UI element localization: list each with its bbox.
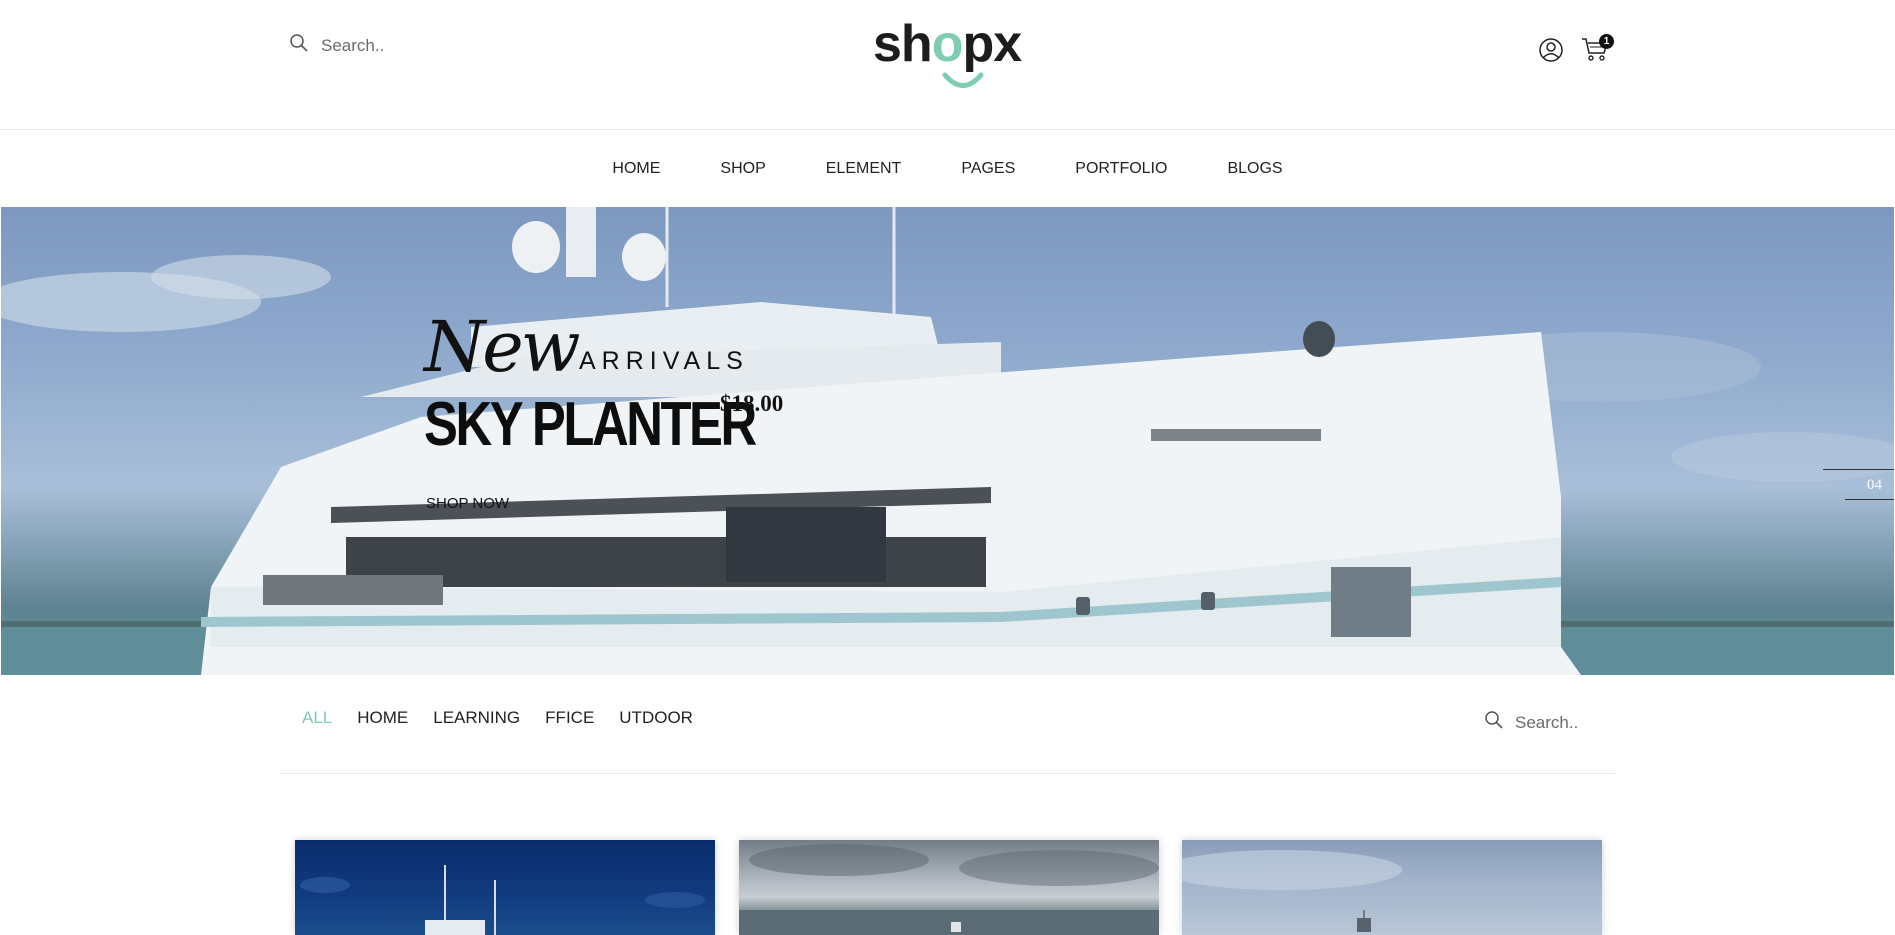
nav-item-portfolio[interactable]: PORTFOLIO	[1075, 160, 1167, 178]
nav-item-blogs[interactable]: BLOGS	[1227, 160, 1282, 178]
slide-indicator[interactable]: 04	[1823, 469, 1894, 509]
slide-indicator-line	[1823, 469, 1894, 470]
product-card[interactable]	[739, 840, 1159, 935]
main-nav: HOME SHOP ELEMENT PAGES PORTFOLIO BLOGS	[0, 131, 1895, 207]
search-icon[interactable]	[1484, 710, 1504, 735]
search-icon[interactable]	[289, 33, 309, 58]
product-image	[739, 844, 1159, 935]
nav-item-element[interactable]: ELEMENT	[826, 160, 902, 178]
cart-count-badge: 1	[1599, 34, 1614, 49]
filter-outdoor[interactable]: UTDOOR	[619, 708, 693, 728]
site-header: shopx 1	[0, 0, 1895, 130]
nav-item-shop[interactable]: SHOP	[720, 160, 765, 178]
category-filters: ALL HOME LEARNING FFICE UTDOOR	[302, 708, 693, 728]
logo-text: sh o px	[873, 15, 1022, 73]
product-card[interactable]	[1182, 840, 1602, 935]
hero-script-text: New	[424, 306, 581, 388]
page: shopx 1 HOME SHOP ELEMENT PAGES PORTFOLI…	[0, 0, 1895, 935]
slide-number: 04	[1867, 477, 1882, 493]
filter-divider	[280, 773, 1615, 774]
filter-office[interactable]: FFICE	[545, 708, 594, 728]
header-search-input[interactable]	[321, 35, 521, 56]
hero-slider: New ARRIVALS SKY PLANTER $18.00 SHOP NOW…	[1, 207, 1894, 675]
nav-item-home[interactable]: HOME	[612, 160, 660, 178]
filter-learning[interactable]: LEARNING	[433, 708, 520, 728]
hero-content: New ARRIVALS SKY PLANTER $18.00 SHOP NOW	[424, 306, 783, 512]
product-image	[300, 865, 705, 935]
filter-search[interactable]	[1484, 710, 1625, 735]
hero-yacht-image	[1, 207, 1894, 675]
filter-search-input[interactable]	[1515, 712, 1625, 733]
product-card[interactable]	[295, 840, 715, 935]
filter-home[interactable]: HOME	[357, 708, 408, 728]
logo[interactable]: sh o px	[873, 14, 1033, 90]
slide-indicator-underline	[1845, 499, 1894, 500]
hero-price: $18.00	[720, 391, 784, 416]
logo-smile-icon	[942, 72, 984, 88]
product-image	[1182, 850, 1402, 932]
user-circle-icon[interactable]	[1538, 37, 1564, 63]
header-search[interactable]	[289, 33, 521, 58]
hero-subtitle: ARRIVALS	[579, 347, 749, 375]
shop-now-button[interactable]: SHOP NOW	[426, 495, 509, 512]
nav-item-pages[interactable]: PAGES	[961, 160, 1015, 178]
hero-title: SKY PLANTER	[424, 390, 757, 459]
filter-all[interactable]: ALL	[302, 708, 332, 728]
